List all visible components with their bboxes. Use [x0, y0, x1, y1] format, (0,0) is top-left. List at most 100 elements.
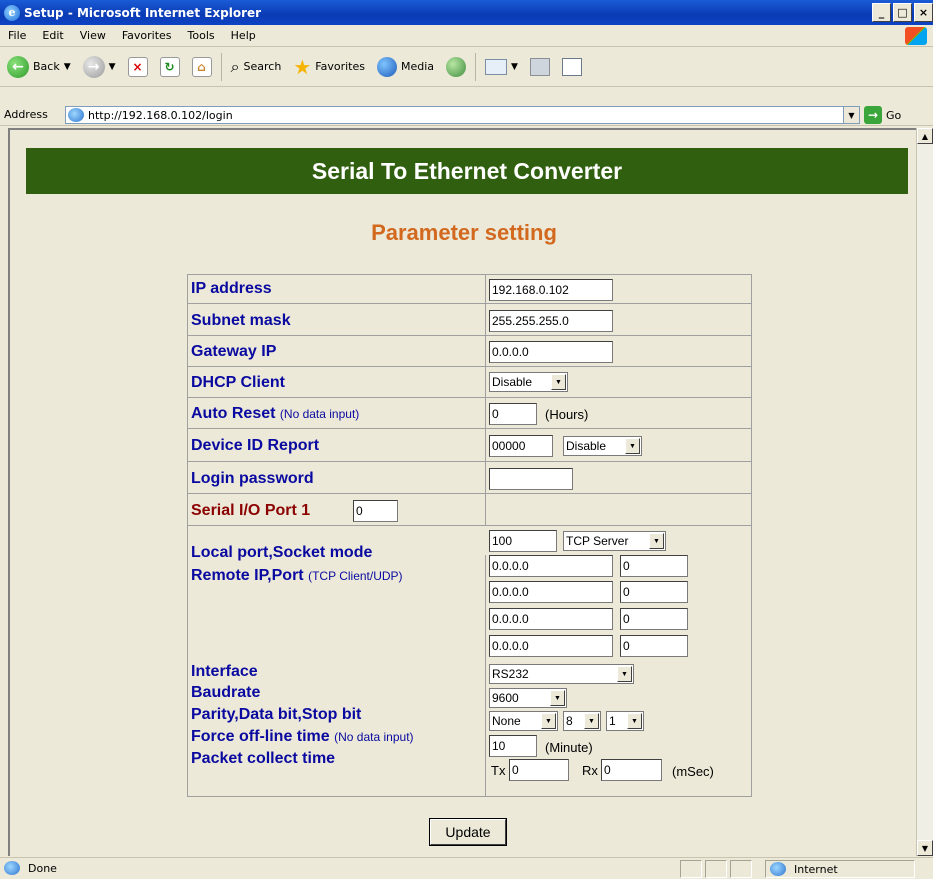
status-panel	[705, 860, 727, 878]
back-arrow-icon: ←	[7, 55, 29, 78]
serial-config-section: Local port,Socket mode Remote IP,Port (T…	[188, 526, 751, 796]
stopbit-select[interactable]: 1 ▼	[606, 711, 644, 731]
page-icon	[68, 108, 84, 122]
address-dropdown-button[interactable]: ▼	[843, 107, 859, 123]
menu-favorites[interactable]: Favorites	[114, 29, 180, 42]
back-label: Back	[33, 60, 60, 73]
go-arrow-icon: →	[864, 106, 882, 124]
interface-select[interactable]: RS232 ▼	[489, 664, 634, 684]
ip-input[interactable]: 192.168.0.102	[489, 279, 613, 301]
menu-view[interactable]: View	[72, 29, 114, 42]
print-button[interactable]	[527, 52, 553, 82]
window-controls: _ □ ×	[872, 3, 933, 22]
chevron-down-icon: ▼	[584, 713, 599, 729]
page-icon	[4, 861, 20, 875]
address-url: http://192.168.0.102/login	[88, 108, 233, 122]
history-icon	[446, 56, 467, 77]
forward-arrow-icon: →	[82, 55, 105, 78]
vertical-scrollbar[interactable]: ▲ ▼	[916, 128, 933, 856]
row-serial-port: Serial I/O Port 1 0	[188, 494, 751, 526]
menu-help[interactable]: Help	[223, 29, 264, 42]
chevron-down-icon: ▼	[63, 61, 71, 72]
address-input[interactable]: http://192.168.0.102/login ▼	[65, 106, 860, 124]
go-label: Go	[886, 108, 902, 122]
device-id-select[interactable]: Disable ▼	[563, 436, 642, 456]
refresh-button[interactable]: ↻	[157, 52, 183, 82]
baudrate-select[interactable]: 9600 ▼	[489, 688, 567, 708]
auto-reset-input[interactable]: 0	[489, 403, 537, 425]
go-button[interactable]: → Go	[864, 106, 901, 124]
forward-button[interactable]: → ▼	[80, 52, 119, 82]
packet-collect-label: Packet collect time	[191, 750, 336, 767]
interface-label: Interface	[191, 663, 258, 680]
chevron-down-icon: ▼	[108, 61, 116, 72]
serial-port-input[interactable]: 0	[353, 500, 398, 522]
socket-mode-select[interactable]: TCP Server ▼	[563, 531, 666, 551]
auto-reset-unit: (Hours)	[545, 407, 589, 422]
update-button[interactable]: Update	[429, 818, 507, 846]
auto-reset-note: (No data input)	[279, 407, 360, 421]
row-ip: IP address 192.168.0.102	[188, 275, 751, 304]
menu-tools[interactable]: Tools	[180, 29, 223, 42]
search-button[interactable]: ⌕ Search	[228, 52, 285, 82]
remote-ip-input[interactable]: 0.0.0.0	[489, 581, 613, 603]
remote-ip-input[interactable]: 0.0.0.0	[489, 555, 613, 577]
chevron-down-icon: ▼	[511, 61, 518, 72]
chevron-up-icon: ▲	[921, 131, 929, 141]
local-port-input[interactable]: 100	[489, 530, 557, 552]
windows-logo-icon	[905, 27, 927, 45]
back-button[interactable]: ← Back ▼	[4, 52, 74, 82]
remote-note: (TCP Client/UDP)	[308, 569, 403, 583]
chevron-down-icon: ▼	[617, 666, 632, 682]
parity-select[interactable]: None ▼	[489, 711, 558, 731]
media-button[interactable]: Media	[374, 52, 437, 82]
refresh-icon: ↻	[159, 56, 180, 77]
gateway-input[interactable]: 0.0.0.0	[489, 341, 613, 363]
remote-port-input[interactable]: 0	[620, 608, 688, 630]
tx-input[interactable]: 0	[509, 759, 569, 781]
edit-button[interactable]	[559, 52, 585, 82]
stop-button[interactable]: ×	[125, 52, 151, 82]
remote-port-input[interactable]: 0	[620, 581, 688, 603]
maximize-button[interactable]: □	[893, 3, 912, 22]
device-id-label: Device ID Report	[191, 437, 320, 454]
edit-icon	[561, 57, 582, 76]
force-offline-input[interactable]: 10	[489, 735, 537, 757]
chevron-down-icon: ▼	[649, 533, 664, 549]
home-button[interactable]: ⌂	[189, 52, 215, 82]
parity-label: Parity,Data bit,Stop bit	[191, 706, 362, 723]
mail-button[interactable]: ▼	[482, 52, 521, 82]
rx-label: Rx	[582, 763, 598, 778]
auto-reset-label: Auto Reset (No data input)	[191, 405, 359, 423]
close-button[interactable]: ×	[914, 3, 933, 22]
menu-file[interactable]: File	[0, 29, 34, 42]
databit-select[interactable]: 8 ▼	[563, 711, 601, 731]
remote-ip-input[interactable]: 0.0.0.0	[489, 608, 613, 630]
minimize-button[interactable]: _	[872, 3, 891, 22]
remote-port-input[interactable]: 0	[620, 555, 688, 577]
status-panel	[680, 860, 702, 878]
title-bar: e Setup - Microsoft Internet Explorer _ …	[0, 0, 933, 25]
chevron-down-icon: ▼	[550, 690, 565, 706]
login-password-input[interactable]	[489, 468, 573, 490]
menu-edit[interactable]: Edit	[34, 29, 71, 42]
favorites-button[interactable]: ★ Favorites	[290, 52, 368, 82]
scroll-up-button[interactable]: ▲	[917, 128, 933, 144]
row-device-id: Device ID Report 00000 Disable ▼	[188, 429, 751, 462]
subnet-input[interactable]: 255.255.255.0	[489, 310, 613, 332]
remote-port-input[interactable]: 0	[620, 635, 688, 657]
remote-ip-input[interactable]: 0.0.0.0	[489, 635, 613, 657]
login-label: Login password	[191, 470, 314, 487]
media-label: Media	[400, 60, 435, 73]
status-done: Done	[4, 861, 57, 875]
status-text: Done	[28, 861, 57, 875]
dhcp-select[interactable]: Disable ▼	[489, 372, 568, 392]
row-subnet: Subnet mask 255.255.255.0	[188, 304, 751, 336]
local-port-label: Local port,Socket mode	[191, 544, 373, 561]
scroll-down-button[interactable]: ▼	[917, 840, 933, 856]
device-id-input[interactable]: 00000	[489, 435, 553, 457]
toolbar-separator	[220, 52, 222, 81]
internet-globe-icon	[770, 862, 786, 876]
history-button[interactable]	[443, 52, 469, 82]
rx-input[interactable]: 0	[601, 759, 662, 781]
